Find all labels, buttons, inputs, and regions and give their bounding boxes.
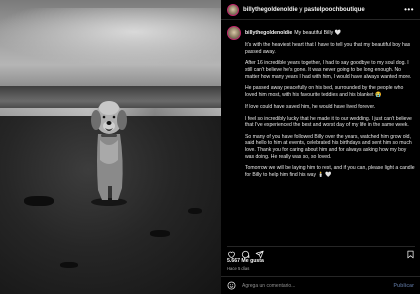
- caption-paragraph: He passed away peacefully on his bed, su…: [245, 85, 404, 98]
- rock: [24, 196, 54, 206]
- rock: [188, 208, 202, 214]
- post-timestamp[interactable]: Hace 5 días: [227, 266, 249, 271]
- sky-clouds: [0, 8, 221, 68]
- comment-input[interactable]: [242, 282, 382, 289]
- rock: [150, 230, 170, 237]
- action-bar: [227, 246, 415, 259]
- caption-paragraph: Tomorrow we will be laying him to rest, …: [245, 165, 415, 179]
- smiley-icon[interactable]: [227, 281, 236, 290]
- caption-paragraph: If love could have saved him, he would h…: [245, 103, 376, 110]
- caption-avatar[interactable]: [227, 26, 241, 40]
- caption-paragraph: After 16 incredible years together, I ha…: [245, 60, 412, 80]
- collaborator-username[interactable]: pastelpoochboutique: [304, 7, 365, 13]
- bookmark-icon[interactable]: [406, 250, 415, 259]
- post-header: billythegoldenoldie y pastelpoochboutiqu…: [221, 0, 420, 20]
- caption-paragraph: I feel so incredibly lucky that he made …: [245, 115, 412, 129]
- post-authors: billythegoldenoldie y pastelpoochboutiqu…: [243, 7, 365, 13]
- caption-first-line: My beautiful Billy 🤍: [294, 30, 342, 36]
- dog-figure: [91, 101, 127, 206]
- like-count[interactable]: 5.667 Me gusta: [227, 258, 264, 264]
- caption-paragraph: It's with the heaviest heart that I have…: [245, 42, 411, 55]
- caption-body: It's with the heaviest heart that I have…: [227, 42, 415, 179]
- comment-bar: Publicar: [221, 276, 420, 294]
- caption-paragraph: So many of you have followed Billy over …: [245, 133, 412, 160]
- post-panel: billythegoldenoldie y pastelpoochboutiqu…: [221, 0, 420, 294]
- post-caption: billythegoldenoldie My beautiful Billy 🤍…: [227, 26, 415, 246]
- publish-button[interactable]: Publicar: [394, 283, 414, 289]
- caption-username[interactable]: billythegoldenoldie: [245, 30, 292, 36]
- post-photo: [0, 0, 221, 294]
- avatar[interactable]: [227, 3, 239, 16]
- author-username[interactable]: billythegoldenoldie: [243, 7, 298, 13]
- more-options-icon[interactable]: •••: [404, 5, 414, 14]
- rock: [60, 262, 78, 268]
- caption-header: billythegoldenoldie My beautiful Billy 🤍: [227, 26, 415, 40]
